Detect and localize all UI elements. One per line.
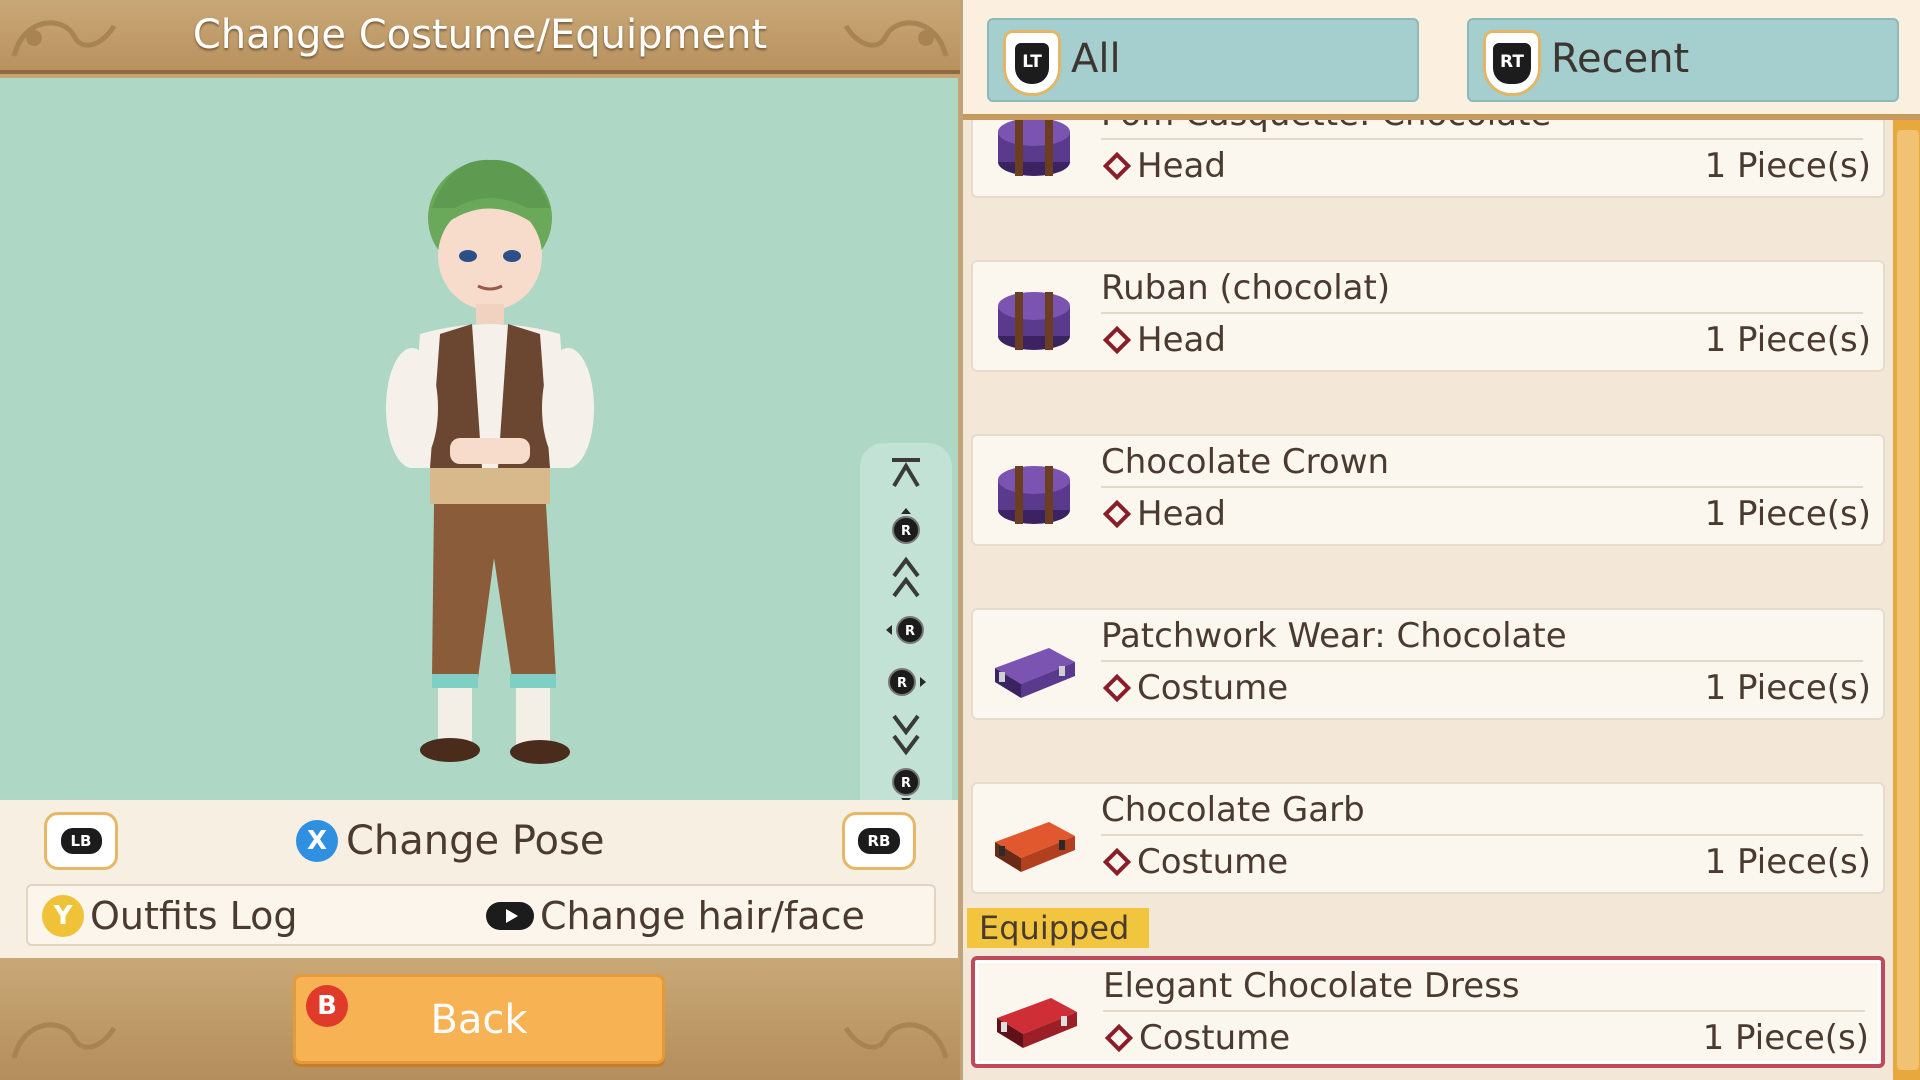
change-pose-button[interactable]: X Change Pose bbox=[296, 818, 604, 864]
filter-tabs: LT All RT Recent bbox=[963, 0, 1920, 120]
outfits-log-label: Outfits Log bbox=[90, 894, 298, 938]
rotate-up-icon[interactable]: R bbox=[860, 503, 952, 549]
item-name: Elegant Chocolate Dress bbox=[1103, 966, 1865, 1012]
secondary-actions: Y Outfits Log Change hair/face bbox=[26, 884, 936, 946]
lb-button[interactable]: LB bbox=[44, 812, 118, 870]
diamond-icon bbox=[1102, 499, 1132, 529]
rt-button-icon: RT bbox=[1483, 30, 1541, 96]
outfits-log-button[interactable]: Y Outfits Log bbox=[42, 894, 297, 938]
item-quantity: 1 Piece(s) bbox=[1704, 146, 1871, 186]
list-item[interactable]: Chocolate Garb Costume 1 Piece(s) bbox=[971, 782, 1885, 894]
equipped-badge: Equipped bbox=[967, 908, 1149, 948]
tab-recent[interactable]: RT Recent bbox=[1467, 18, 1899, 102]
controls-bar: LB X Change Pose RB Y Outfits Log Change… bbox=[0, 800, 958, 958]
flourish-ornament-icon bbox=[843, 20, 949, 57]
list-item[interactable]: Patchwork Wear: Chocolate Costume 1 Piec… bbox=[971, 608, 1885, 720]
hatbox-purple-icon bbox=[998, 466, 1070, 524]
title-bar: Change Costume/Equipment bbox=[0, 0, 960, 74]
flourish-ornament-icon bbox=[11, 1022, 117, 1059]
scroll-down-icon[interactable] bbox=[860, 711, 952, 757]
back-label: Back bbox=[430, 997, 528, 1043]
jump-top-icon[interactable] bbox=[860, 451, 952, 497]
item-name: Chocolate Crown bbox=[1101, 442, 1863, 488]
y-button-icon: Y bbox=[42, 895, 84, 937]
item-list-panel: LT All RT Recent Pom Casquette: Chocolat… bbox=[960, 0, 1920, 1080]
flourish-ornament-icon bbox=[843, 1022, 949, 1059]
list-item[interactable]: Ruban (chocolat) Head 1 Piece(s) bbox=[971, 260, 1885, 372]
item-name: Patchwork Wear: Chocolate bbox=[1101, 616, 1863, 662]
svg-text:R: R bbox=[901, 776, 911, 791]
character-preview[interactable]: R R R R bbox=[0, 78, 958, 871]
item-name: Pom Casquette: Chocolate bbox=[1101, 120, 1863, 140]
tab-recent-label: Recent bbox=[1551, 36, 1690, 82]
diamond-icon bbox=[1104, 1023, 1134, 1053]
item-quantity: 1 Piece(s) bbox=[1702, 1018, 1869, 1058]
rb-button[interactable]: RB bbox=[842, 812, 916, 870]
suitcase-red-icon bbox=[997, 998, 1077, 1048]
item-quantity: 1 Piece(s) bbox=[1704, 668, 1871, 708]
item-type: Head bbox=[1101, 146, 1226, 186]
item-name: Ruban (chocolat) bbox=[1101, 268, 1863, 314]
item-type: Costume bbox=[1103, 1018, 1290, 1058]
lt-button-icon: LT bbox=[1003, 30, 1061, 96]
tab-all[interactable]: LT All bbox=[987, 18, 1419, 102]
page-title: Change Costume/Equipment bbox=[192, 12, 768, 58]
rotate-left-icon[interactable]: R bbox=[860, 607, 952, 653]
character-model bbox=[386, 159, 594, 764]
item-list[interactable]: Pom Casquette: Chocolate Head 1 Piece(s)… bbox=[963, 120, 1893, 1080]
list-item[interactable]: Chocolate Crown Head 1 Piece(s) bbox=[971, 434, 1885, 546]
list-item-equipped[interactable]: Elegant Chocolate Dress Costume 1 Piece(… bbox=[971, 956, 1885, 1068]
item-name: Chocolate Garb bbox=[1101, 790, 1863, 836]
item-type: Head bbox=[1101, 494, 1226, 534]
item-type: Head bbox=[1101, 320, 1226, 360]
diamond-icon bbox=[1102, 325, 1132, 355]
item-quantity: 1 Piece(s) bbox=[1704, 320, 1871, 360]
list-item[interactable]: Pom Casquette: Chocolate Head 1 Piece(s) bbox=[971, 120, 1885, 198]
change-hair-face-label: Change hair/face bbox=[540, 894, 865, 938]
scrollbar[interactable] bbox=[1893, 120, 1920, 1080]
right-stick-icon bbox=[486, 902, 534, 930]
footer-bar: B Back bbox=[0, 958, 960, 1080]
scrollbar-thumb[interactable] bbox=[1897, 130, 1919, 1070]
costume-panel: Change Costume/Equipment R R R R LB X Ch… bbox=[0, 0, 960, 1080]
hatbox-purple-icon bbox=[998, 292, 1070, 350]
change-hair-face-button[interactable]: Change hair/face bbox=[486, 894, 865, 938]
svg-text:R: R bbox=[901, 524, 911, 539]
diamond-icon bbox=[1102, 847, 1132, 877]
item-type: Costume bbox=[1101, 668, 1288, 708]
rotate-right-icon[interactable]: R bbox=[860, 659, 952, 705]
svg-text:R: R bbox=[905, 624, 915, 639]
change-pose-label: Change Pose bbox=[346, 818, 605, 864]
back-button[interactable]: B Back bbox=[293, 974, 665, 1064]
diamond-icon bbox=[1102, 673, 1132, 703]
suitcase-purple-icon bbox=[995, 648, 1075, 698]
x-button-icon: X bbox=[296, 820, 338, 862]
tab-all-label: All bbox=[1071, 36, 1121, 82]
hatbox-purple-icon bbox=[998, 120, 1070, 176]
suitcase-orange-icon bbox=[995, 822, 1075, 872]
item-quantity: 1 Piece(s) bbox=[1704, 494, 1871, 534]
svg-text:R: R bbox=[897, 676, 907, 691]
item-type: Costume bbox=[1101, 842, 1288, 882]
item-quantity: 1 Piece(s) bbox=[1704, 842, 1871, 882]
scroll-up-icon[interactable] bbox=[860, 555, 952, 601]
diamond-icon bbox=[1102, 151, 1132, 181]
